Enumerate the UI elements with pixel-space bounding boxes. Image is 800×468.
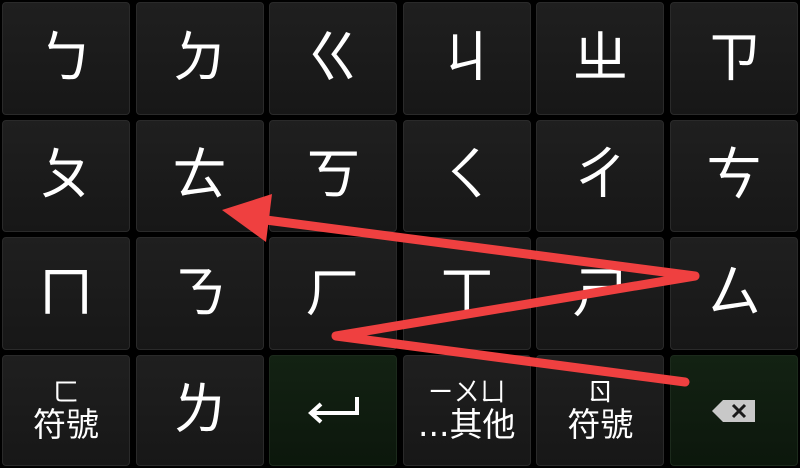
key-k[interactable]: ㄎ <box>269 120 398 232</box>
symbols-key-right-content: ㄖ 符號 <box>567 380 633 441</box>
key-label: ㄊ <box>171 143 228 208</box>
key-label: ㄔ <box>572 143 629 208</box>
key-secondary-label: ㄈ <box>52 378 79 408</box>
key-q[interactable]: ㄑ <box>402 120 531 232</box>
other-vowels-content: ㄧㄨㄩ ...其他 <box>418 380 515 441</box>
other-label: ...其他 <box>418 405 516 444</box>
key-m[interactable]: ㄇ <box>2 237 130 350</box>
key-j[interactable]: ㄐ <box>402 2 531 115</box>
enter-arrow-icon <box>303 393 363 429</box>
key-label: ㄕ <box>572 260 629 326</box>
bopomofo-keyboard: ㄅ ㄉ ㄍ ㄐ ㄓ ㄗ ㄆ ㄊ ㄎ ㄑ ㄔ ㄘ ㄇ ㄋ ㄏ ㄒ ㄕ ㄙ ㄈ 符號… <box>0 0 800 468</box>
key-ch[interactable]: ㄔ <box>536 120 665 232</box>
key-c[interactable]: ㄘ <box>669 120 798 232</box>
key-t[interactable]: ㄊ <box>135 120 264 232</box>
key-label: ㄇ <box>38 260 94 326</box>
key-label: ㄎ <box>305 143 362 208</box>
key-label: ㄙ <box>705 260 762 326</box>
key-row-2: ㄆ ㄊ ㄎ ㄑ ㄔ ㄘ <box>0 120 800 232</box>
backspace-icon <box>711 399 757 423</box>
key-zh[interactable]: ㄓ <box>536 2 665 115</box>
key-label: ㄉ <box>171 25 228 91</box>
key-l[interactable]: ㄌ <box>135 355 264 466</box>
enter-key[interactable] <box>269 355 398 466</box>
key-s[interactable]: ㄙ <box>669 237 798 350</box>
key-secondary-label: ㄖ <box>587 378 614 408</box>
other-vowels-key[interactable]: ㄧㄨㄩ ...其他 <box>402 355 531 466</box>
key-h[interactable]: ㄏ <box>269 237 398 350</box>
symbols-key-left-content: ㄈ 符號 <box>33 380 99 441</box>
key-label: ㄑ <box>438 143 495 208</box>
key-z[interactable]: ㄗ <box>669 2 798 115</box>
key-row-1: ㄅ ㄉ ㄍ ㄐ ㄓ ㄗ <box>0 2 800 115</box>
key-g[interactable]: ㄍ <box>269 2 398 115</box>
key-b[interactable]: ㄅ <box>2 2 130 115</box>
backspace-key[interactable] <box>669 355 798 466</box>
key-row-3: ㄇ ㄋ ㄏ ㄒ ㄕ ㄙ <box>0 237 800 350</box>
key-label: ㄌ <box>171 377 228 443</box>
key-label: ㄅ <box>38 25 94 91</box>
key-n[interactable]: ㄋ <box>135 237 264 350</box>
symbols-key-right[interactable]: ㄖ 符號 <box>536 355 665 466</box>
key-label: ㄏ <box>305 260 362 326</box>
key-row-4: ㄈ 符號 ㄌ ㄧㄨㄩ ...其他 ㄖ 符號 <box>0 355 800 466</box>
key-x[interactable]: ㄒ <box>402 237 531 350</box>
symbols-key-left[interactable]: ㄈ 符號 <box>2 355 130 466</box>
key-label: ㄘ <box>705 143 762 208</box>
key-d[interactable]: ㄉ <box>135 2 264 115</box>
key-p[interactable]: ㄆ <box>2 120 130 232</box>
key-label: ㄍ <box>305 25 362 91</box>
key-label: ㄆ <box>38 143 94 208</box>
key-secondary-label: ㄧㄨㄩ <box>427 378 506 408</box>
key-label: ㄋ <box>171 260 228 326</box>
key-label: ㄐ <box>438 25 495 91</box>
symbols-label: 符號 <box>567 405 634 444</box>
key-sh[interactable]: ㄕ <box>536 237 665 350</box>
key-label: ㄗ <box>705 25 762 91</box>
symbols-label: 符號 <box>33 405 99 444</box>
key-label: ㄒ <box>438 260 495 326</box>
key-label: ㄓ <box>572 25 629 91</box>
